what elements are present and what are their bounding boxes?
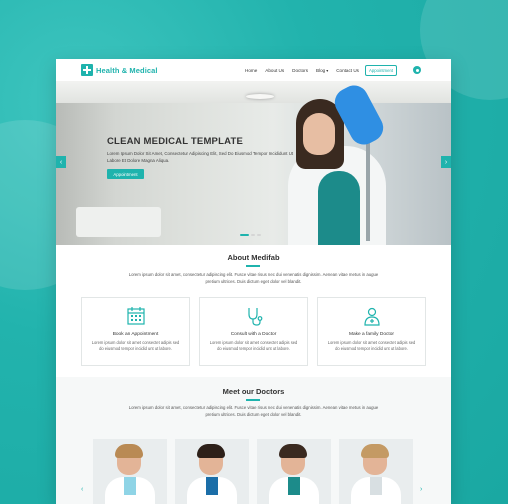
chevron-left-icon[interactable]: ‹	[81, 486, 83, 493]
nav-blog-label: Blog	[316, 67, 326, 73]
chevron-right-icon[interactable]: ›	[420, 486, 422, 493]
about-title-underline	[246, 265, 260, 267]
site-header: Health & Medical Home About Us Doctors B…	[56, 59, 451, 81]
hero-image-lamp	[246, 94, 274, 99]
doctor-card[interactable]	[175, 439, 249, 504]
card-text: Lorem ipsum dolor sit amet consectet adi…	[91, 340, 180, 351]
logo-text: Health & Medical	[96, 65, 158, 75]
doctor-photo-shirt	[124, 477, 136, 495]
card-title: Make a family Doctor	[348, 332, 395, 337]
logo[interactable]: Health & Medical	[81, 64, 158, 76]
service-card-appointment[interactable]: Book an Appointment Lorem ipsum dolor si…	[81, 297, 190, 366]
nav-about-us[interactable]: About Us	[265, 68, 284, 73]
nav-contact-us[interactable]: Contact Us	[336, 68, 359, 73]
chevron-right-icon[interactable]: ›	[441, 156, 451, 168]
nav-home[interactable]: Home	[245, 68, 257, 73]
hero-text: Lorem Ipsum Dolor Sit Amet, Consectetur …	[107, 151, 294, 163]
service-card-consult[interactable]: Consult with a Doctor Lorem ipsum dolor …	[199, 297, 308, 366]
card-title: Book an Appointment	[112, 332, 159, 337]
slider-dots	[240, 234, 261, 236]
chevron-left-icon[interactable]: ‹	[56, 156, 66, 168]
doctor-photo-hair	[115, 444, 143, 458]
nav-doctors[interactable]: Doctors	[292, 68, 308, 73]
doctor-card[interactable]	[257, 439, 331, 504]
card-text: Lorem ipsum dolor sit amet consectet adi…	[327, 340, 416, 351]
hero-title: CLEAN MEDICAL TEMPLATE	[107, 136, 243, 147]
calendar-icon	[127, 307, 145, 325]
appointment-button[interactable]: Appointment	[364, 64, 398, 76]
card-text: Lorem ipsum dolor sit amet consectet adi…	[209, 340, 298, 351]
slider-dot[interactable]	[240, 234, 249, 236]
slider-dot[interactable]	[257, 234, 261, 236]
doctor-card[interactable]	[93, 439, 167, 504]
doctors-title-underline	[246, 399, 260, 401]
service-card-family-doctor[interactable]: Make a family Doctor Lorem ipsum dolor s…	[317, 297, 426, 366]
stethoscope-icon	[248, 308, 263, 326]
hero-image-ceiling	[56, 81, 451, 103]
about-title: About Medifab	[227, 253, 280, 262]
doctor-photo-shirt	[288, 477, 300, 495]
nav-blog[interactable]: Blog▾	[316, 68, 328, 73]
doctor-card[interactable]	[339, 439, 413, 504]
website-page: Health & Medical Home About Us Doctors B…	[56, 59, 451, 504]
medical-cross-icon	[81, 64, 93, 76]
doctor-photo-hair	[197, 444, 225, 458]
doctor-photo-shirt	[206, 477, 218, 495]
doctor-photo-hair	[279, 444, 307, 458]
hero-image-bed	[76, 207, 161, 237]
chevron-down-icon: ▾	[326, 67, 329, 73]
slider-dot[interactable]	[251, 234, 255, 236]
doctors-text: Lorem ipsum dolor sit amet, consectetur …	[128, 405, 379, 417]
doctors-title: Meet our Doctors	[222, 387, 285, 396]
gear-icon[interactable]	[413, 66, 421, 74]
about-text: Lorem ipsum dolor sit amet, consectetur …	[128, 272, 379, 284]
doctor-photo-shirt	[370, 477, 382, 495]
hero-appointment-button[interactable]: Appointment	[107, 169, 144, 179]
hero-image-doctor-face	[303, 113, 335, 155]
card-title: Consult with a Doctor	[230, 332, 277, 337]
hero-image-doctor-scrubs	[318, 171, 360, 245]
hero-slider: CLEAN MEDICAL TEMPLATE Lorem Ipsum Dolor…	[56, 81, 451, 245]
main-nav: Home About Us Doctors Blog▾ Contact Us A…	[245, 59, 398, 81]
doctors-section: Meet our Doctors Lorem ipsum dolor sit a…	[56, 377, 451, 504]
doctor-icon	[364, 307, 380, 326]
doctor-photo-hair	[361, 444, 389, 458]
